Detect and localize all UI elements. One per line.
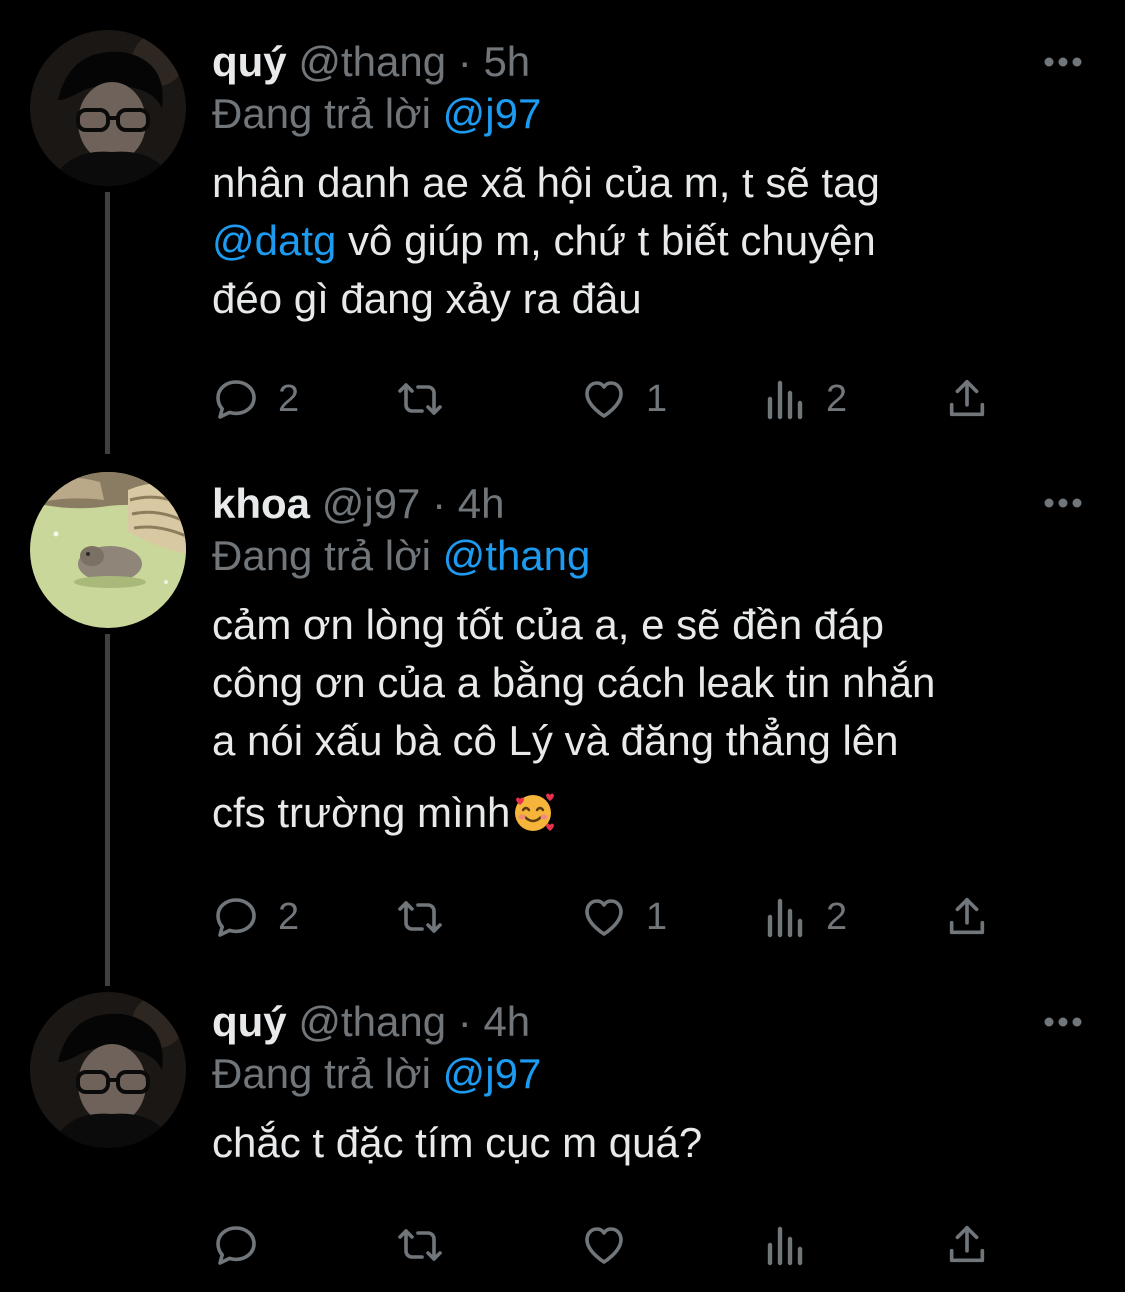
tweet-header: khoa @j97 · 4h xyxy=(212,478,1095,530)
reply-icon xyxy=(216,898,256,937)
tweet-text-line: đéo gì đang xảy ra đâu xyxy=(212,275,642,322)
retweet-button[interactable] xyxy=(394,374,464,424)
tweet-actions: 2 1 2 xyxy=(212,892,1002,942)
separator-dot: · xyxy=(432,480,447,527)
display-name[interactable]: khoa xyxy=(212,480,310,527)
display-name[interactable]: quý xyxy=(212,38,287,85)
tweet-text-line: cảm ơn lòng tốt của a, e sẽ đền đáp xyxy=(212,601,884,648)
reply-icon xyxy=(216,1226,256,1265)
like-button[interactable]: 1 xyxy=(580,374,667,424)
separator-dot: · xyxy=(457,998,472,1045)
share-button[interactable] xyxy=(944,374,990,424)
reply-mention-link[interactable]: @j97 xyxy=(443,1050,542,1097)
more-options-icon[interactable] xyxy=(1043,55,1083,67)
timestamp[interactable]: 4h xyxy=(483,998,530,1045)
views-button[interactable]: 2 xyxy=(764,892,847,942)
tweet-text: cảm ơn lòng tốt của a, e sẽ đền đáp công… xyxy=(212,596,1095,842)
user-handle[interactable]: @j97 xyxy=(322,480,421,527)
analytics-icon xyxy=(767,1226,803,1266)
analytics-icon xyxy=(767,898,803,938)
timestamp[interactable]: 4h xyxy=(458,480,505,527)
tweet-actions xyxy=(212,1220,1002,1270)
views-button[interactable] xyxy=(764,1220,826,1270)
retweet-icon xyxy=(398,1229,442,1261)
views-button[interactable]: 2 xyxy=(764,374,847,424)
mention-link[interactable]: @datg xyxy=(212,217,336,264)
more-options-icon[interactable] xyxy=(1043,1015,1083,1027)
like-count: 1 xyxy=(646,377,668,420)
tweet-text-line: chắc t đặc tím cục m quá? xyxy=(212,1119,703,1166)
user-handle[interactable]: @thang xyxy=(298,38,446,85)
view-count: 2 xyxy=(826,895,848,938)
separator-dot: · xyxy=(457,38,472,85)
heart-icon xyxy=(585,1227,623,1264)
thread-line-1 xyxy=(105,192,110,454)
tweet-text-segment: cfs trường mình xyxy=(212,789,511,836)
replying-to: Đang trả lời @j97 xyxy=(212,88,1095,140)
replying-to-label: Đang trả lời xyxy=(212,532,431,579)
reply-mention-link[interactable]: @j97 xyxy=(443,90,542,137)
reply-icon xyxy=(216,380,256,419)
reply-button[interactable] xyxy=(212,1220,278,1270)
retweet-button[interactable] xyxy=(394,1220,464,1270)
smiling-face-with-hearts-icon xyxy=(510,789,556,835)
avatar[interactable] xyxy=(30,30,186,186)
replying-to: Đang trả lời @thang xyxy=(212,530,1095,582)
reply-button[interactable]: 2 xyxy=(212,374,299,424)
timestamp[interactable]: 5h xyxy=(483,38,530,85)
tweet-text-line: cfs trường mình xyxy=(212,784,1095,842)
tweet-text-line: a nói xấu bà cô Lý và đăng thẳng lên xyxy=(212,717,899,764)
tweet-text: chắc t đặc tím cục m quá? xyxy=(212,1114,1095,1172)
reply-button[interactable]: 2 xyxy=(212,892,299,942)
thread-line-2 xyxy=(105,634,110,986)
replying-to-label: Đang trả lời xyxy=(212,1050,431,1097)
heart-icon xyxy=(585,899,623,936)
view-count: 2 xyxy=(826,377,848,420)
share-icon xyxy=(949,1225,985,1263)
retweet-icon xyxy=(398,901,442,933)
replying-to-label: Đang trả lời xyxy=(212,90,431,137)
avatar[interactable] xyxy=(30,992,186,1148)
like-button[interactable]: 1 xyxy=(580,892,667,942)
user-handle[interactable]: @thang xyxy=(298,998,446,1045)
like-button[interactable] xyxy=(580,1220,646,1270)
display-name[interactable]: quý xyxy=(212,998,287,1045)
tweet-text-segment: vô giúp m, chứ t biết chuyện xyxy=(336,217,876,264)
avatar[interactable] xyxy=(30,472,186,628)
replying-to: Đang trả lời @j97 xyxy=(212,1048,1095,1100)
tweet-text-line: nhân danh ae xã hội của m, t sẽ tag xyxy=(212,159,880,206)
analytics-icon xyxy=(767,380,803,420)
share-button[interactable] xyxy=(944,1220,990,1270)
heart-icon xyxy=(585,381,623,418)
like-count: 1 xyxy=(646,895,668,938)
tweet-header: quý @thang · 4h xyxy=(212,996,1095,1048)
retweet-icon xyxy=(398,383,442,415)
retweet-button[interactable] xyxy=(394,892,464,942)
reply-count: 2 xyxy=(278,895,300,938)
tweet-actions: 2 1 2 xyxy=(212,374,1002,424)
tweet-text: nhân danh ae xã hội của m, t sẽ tag @dat… xyxy=(212,154,1095,328)
share-icon xyxy=(949,897,985,935)
tweet-header: quý @thang · 5h xyxy=(212,36,1095,88)
tweet-text-line: công ơn của a bằng cách leak tin nhắn xyxy=(212,659,936,706)
reply-count: 2 xyxy=(278,377,300,420)
reply-mention-link[interactable]: @thang xyxy=(443,532,591,579)
tweet-text-line: @datg vô giúp m, chứ t biết chuyện xyxy=(212,212,1095,270)
share-button[interactable] xyxy=(944,892,990,942)
share-icon xyxy=(949,379,985,417)
more-options-icon[interactable] xyxy=(1043,496,1083,508)
